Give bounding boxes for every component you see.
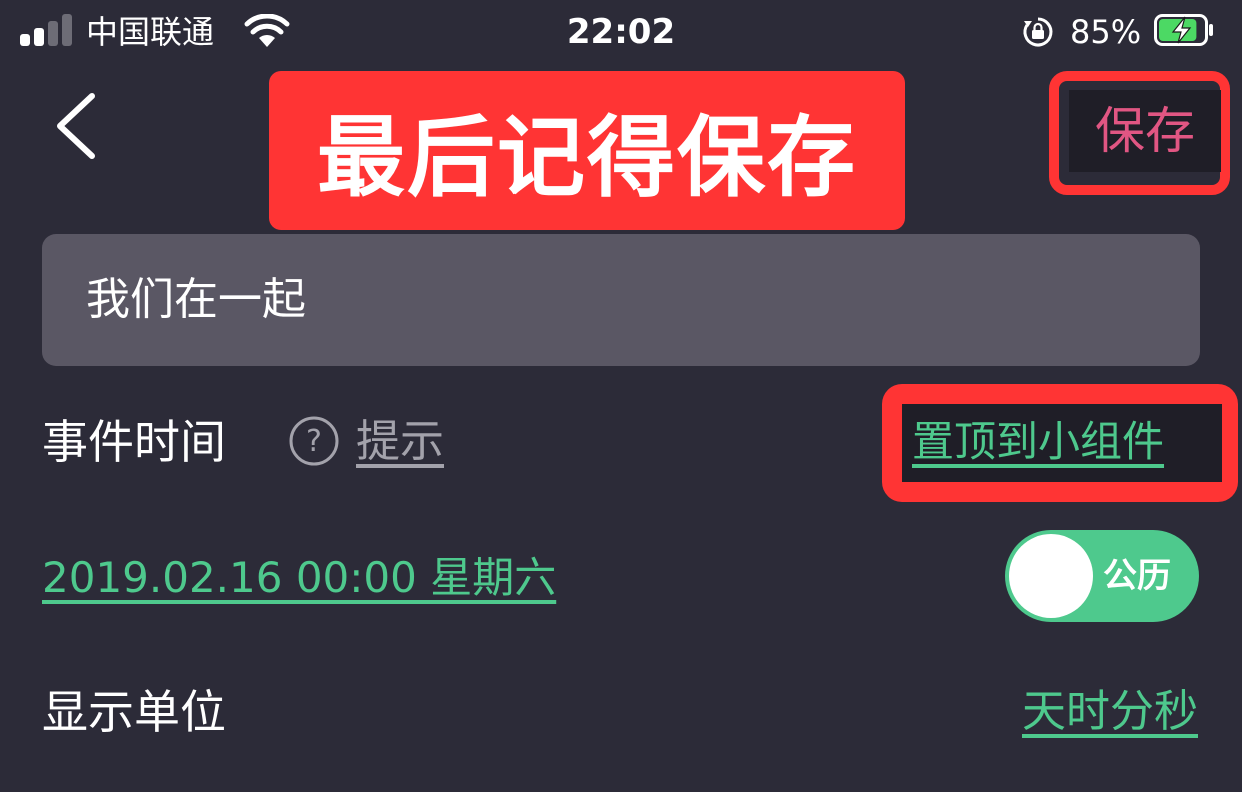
back-button[interactable] — [46, 88, 106, 164]
signal-bar-2 — [34, 28, 44, 46]
annotation-banner: 最后记得保存 — [269, 71, 905, 230]
signal-icon — [20, 14, 72, 46]
signal-bar-4 — [62, 14, 72, 46]
event-date-link[interactable]: 2019.02.16 00:00 星期六 — [42, 546, 556, 610]
calendar-type-toggle[interactable]: 公历 — [1005, 530, 1199, 622]
event-time-label: 事件时间 — [42, 415, 226, 469]
wifi-icon — [244, 14, 290, 47]
signal-bar-1 — [20, 34, 30, 46]
hint-link[interactable]: 提示 — [356, 410, 444, 474]
toggle-knob — [1009, 534, 1093, 618]
display-unit-value-link[interactable]: 天时分秒 — [1022, 680, 1198, 744]
signal-bar-3 — [48, 21, 58, 46]
carrier-name: 中国联通 — [86, 13, 215, 51]
toggle-label: 公历 — [1103, 556, 1171, 596]
battery-charging-icon — [1154, 14, 1213, 46]
pin-to-widget-link[interactable]: 置顶到小组件 — [912, 410, 1164, 474]
battery-percent: 85% — [1070, 13, 1142, 51]
event-title-input[interactable]: 我们在一起 — [42, 234, 1200, 366]
svg-text:?: ? — [306, 424, 322, 459]
screen: 中国联通 22:02 85% 最后记得保存 保存 我们在一起 事件时间 ? 提示… — [0, 0, 1242, 792]
save-button[interactable]: 保存 — [1069, 90, 1221, 172]
display-unit-label: 显示单位 — [42, 685, 226, 739]
status-time: 22:02 — [566, 12, 676, 52]
status-bar: 中国联通 22:02 85% — [0, 0, 1242, 66]
rotation-lock-icon — [1023, 17, 1053, 47]
question-circle-icon[interactable]: ? — [288, 415, 340, 467]
